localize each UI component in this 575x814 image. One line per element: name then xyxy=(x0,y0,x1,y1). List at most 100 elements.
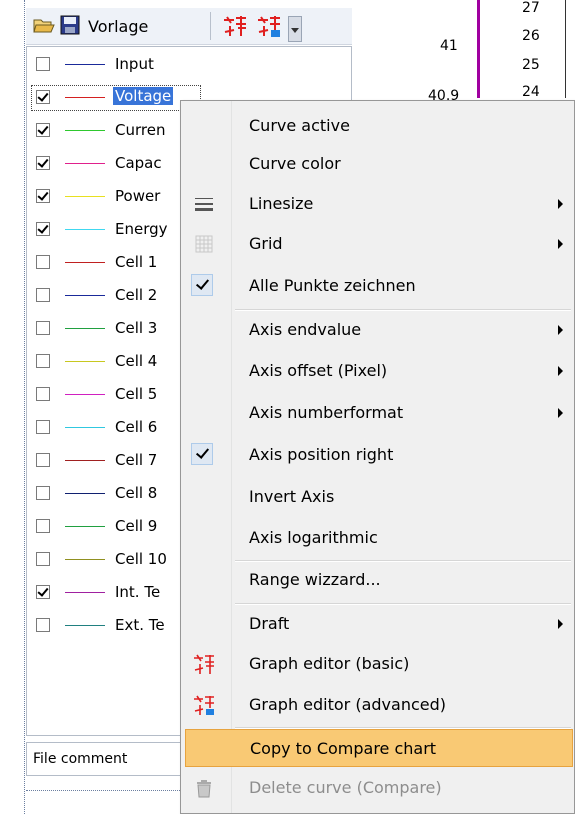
menu-item-curve-color[interactable]: Curve color xyxy=(183,145,571,183)
curve-checkbox[interactable] xyxy=(36,123,50,137)
curve-color-swatch xyxy=(65,625,105,626)
curve-checkbox[interactable] xyxy=(36,387,50,401)
curve-color-swatch xyxy=(65,262,105,263)
curve-checkbox[interactable] xyxy=(36,453,50,467)
save-icon[interactable] xyxy=(60,15,80,35)
menu-item-graph-editor-basic[interactable]: Graph editor (basic) xyxy=(183,645,571,683)
menu-item-linesize[interactable]: Linesize xyxy=(183,185,571,223)
menu-item-draft[interactable]: Draft xyxy=(183,605,571,643)
menu-item-label: Draft xyxy=(249,614,290,633)
curve-label: Curren xyxy=(115,121,166,139)
menu-item-label: Grid xyxy=(249,234,283,253)
curve-color-swatch xyxy=(65,97,105,98)
checked-icon xyxy=(191,274,213,296)
curve-checkbox[interactable] xyxy=(36,321,50,335)
menu-item-alle-punkte[interactable]: Alle Punkte zeichnen xyxy=(183,267,571,305)
menu-item-label: Delete curve (Compare) xyxy=(249,778,442,797)
curve-checkbox[interactable] xyxy=(36,255,50,269)
axis-line-voltage xyxy=(477,0,480,98)
curve-color-swatch xyxy=(65,526,105,527)
menu-item-delete-curve[interactable]: Delete curve (Compare) xyxy=(183,769,571,807)
menu-item-axis-logarithmic[interactable]: Axis logarithmic xyxy=(183,519,571,557)
curve-checkbox[interactable] xyxy=(36,156,50,170)
panel-border xyxy=(24,0,25,814)
curve-checkbox[interactable] xyxy=(36,57,50,71)
menu-item-copy-to-compare[interactable]: Copy to Compare chart xyxy=(185,729,573,767)
axis-line-temperature xyxy=(565,0,566,98)
curve-label: Cell 7 xyxy=(115,451,158,469)
menu-item-curve-active[interactable]: Curve active xyxy=(183,107,571,145)
menu-item-axis-offset[interactable]: Axis offset (Pixel) xyxy=(183,352,571,390)
submenu-arrow-icon xyxy=(558,199,563,209)
submenu-arrow-icon xyxy=(558,325,563,335)
curve-label: Int. Te xyxy=(115,583,161,601)
curve-color-swatch xyxy=(65,64,105,65)
submenu-arrow-icon xyxy=(558,366,563,376)
menu-item-label: Axis offset (Pixel) xyxy=(249,361,388,380)
menu-item-axis-numberformat[interactable]: Axis numberformat xyxy=(183,394,571,432)
submenu-arrow-icon xyxy=(558,619,563,629)
menu-item-axis-position-right[interactable]: Axis position right xyxy=(183,436,571,474)
curve-toolbar: Vorlage xyxy=(26,8,352,45)
curve-color-swatch xyxy=(65,427,105,428)
curve-color-swatch xyxy=(65,328,105,329)
curve-checkbox[interactable] xyxy=(36,519,50,533)
menu-item-label: Graph editor (basic) xyxy=(249,654,410,673)
menu-item-label: Range wizzard... xyxy=(249,570,381,589)
curve-checkbox[interactable] xyxy=(36,618,50,632)
submenu-arrow-icon xyxy=(558,408,563,418)
curve-label: Cell 1 xyxy=(115,253,158,271)
curve-label: Energy xyxy=(115,220,168,238)
curve-checkbox[interactable] xyxy=(36,189,50,203)
curve-checkbox[interactable] xyxy=(36,288,50,302)
graph-editor-advanced-icon[interactable] xyxy=(256,14,282,38)
menu-item-label: Axis endvalue xyxy=(249,320,362,339)
curve-label: Cell 9 xyxy=(115,517,158,535)
curve-checkbox[interactable] xyxy=(36,585,50,599)
curve-color-swatch xyxy=(65,394,105,395)
checked-icon xyxy=(191,443,213,465)
curve-checkbox[interactable] xyxy=(36,420,50,434)
curve-color-swatch xyxy=(65,295,105,296)
graph-editor-advanced-icon xyxy=(194,695,214,715)
file-comment-label: File comment xyxy=(33,751,128,767)
curve-color-swatch xyxy=(65,559,105,560)
open-folder-icon[interactable] xyxy=(33,15,55,35)
vorlage-button[interactable]: Vorlage xyxy=(88,17,148,36)
curve-label: Power xyxy=(115,187,161,205)
graph-editor-basic-icon xyxy=(194,654,214,674)
curve-label: Cell 6 xyxy=(115,418,158,436)
left-margin xyxy=(0,0,24,814)
curve-label: Cell 8 xyxy=(115,484,158,502)
curve-checkbox[interactable] xyxy=(36,222,50,236)
menu-item-axis-endvalue[interactable]: Axis endvalue xyxy=(183,311,571,349)
menu-item-label: Curve color xyxy=(249,154,341,173)
curve-label: Cell 4 xyxy=(115,352,158,370)
curve-checkbox[interactable] xyxy=(36,552,50,566)
curve-row[interactable]: Input xyxy=(27,49,351,81)
curve-checkbox[interactable] xyxy=(36,90,50,104)
curve-label: Input xyxy=(115,55,154,73)
graph-editor-basic-icon[interactable] xyxy=(222,14,248,38)
menu-item-invert-axis[interactable]: Invert Axis xyxy=(183,478,571,516)
curve-checkbox[interactable] xyxy=(36,486,50,500)
file-comment-field[interactable]: File comment xyxy=(26,742,186,776)
axis-tick-label: 25 xyxy=(522,57,540,73)
curve-checkbox[interactable] xyxy=(36,354,50,368)
axis-tick-label: 26 xyxy=(522,28,540,44)
axis-tick-label: 41 xyxy=(440,38,458,54)
chart-area[interactable] xyxy=(352,0,575,100)
curve-color-swatch xyxy=(65,196,105,197)
curve-color-swatch xyxy=(65,592,105,593)
menu-item-label: Curve active xyxy=(249,116,350,135)
curve-label: Cell 2 xyxy=(115,286,158,304)
curve-color-swatch xyxy=(65,493,105,494)
menu-item-grid[interactable]: Grid xyxy=(183,225,571,263)
menu-item-graph-editor-advanced[interactable]: Graph editor (advanced) xyxy=(183,686,571,724)
curve-label: Ext. Te xyxy=(115,616,165,634)
linesize-icon xyxy=(195,198,213,211)
toolbar-dropdown-button[interactable] xyxy=(288,16,302,42)
trash-icon xyxy=(197,780,211,798)
toolbar-separator xyxy=(210,12,211,40)
menu-item-range-wizzard[interactable]: Range wizzard... xyxy=(183,561,571,599)
